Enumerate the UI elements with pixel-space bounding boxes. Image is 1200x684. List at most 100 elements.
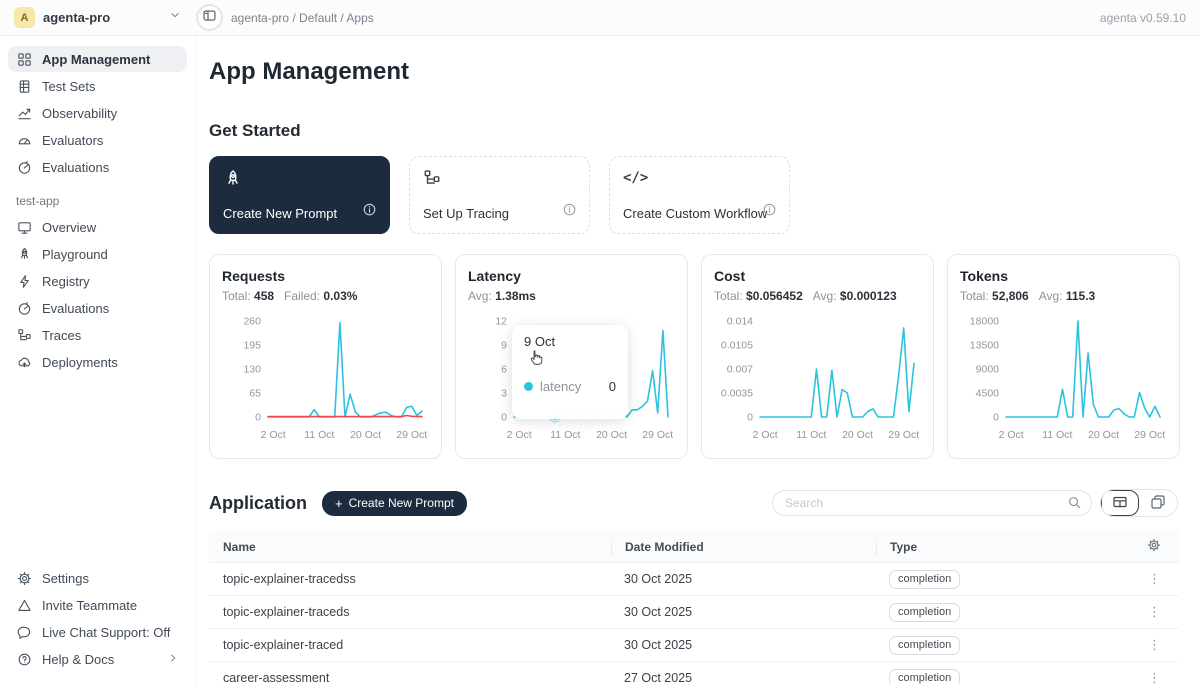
chart-title: Latency	[468, 268, 675, 284]
search-icon[interactable]	[1067, 495, 1082, 515]
cell-type: completion	[876, 636, 1093, 655]
sidebar-item-evaluators[interactable]: Evaluators	[8, 127, 187, 153]
search-input[interactable]	[772, 490, 1092, 516]
cell-name: topic-explainer-tracedss	[209, 572, 611, 586]
svg-text:4500: 4500	[976, 388, 1000, 400]
stat-label: Avg:	[813, 289, 840, 303]
table-row[interactable]: career-assessment27 Oct 2025completion⋮	[209, 661, 1179, 684]
svg-text:130: 130	[243, 364, 261, 376]
create-new-prompt-card[interactable]: Create New Prompt	[209, 156, 390, 234]
sidebar-item-playground[interactable]: Playground	[8, 241, 187, 267]
create-custom-workflow-card[interactable]: </> Create Custom Workflow	[609, 156, 790, 234]
cell-name: topic-explainer-traceds	[209, 605, 611, 619]
table-row[interactable]: topic-explainer-traceds30 Oct 2025comple…	[209, 595, 1179, 628]
sidebar-item-traces[interactable]: Traces	[8, 322, 187, 348]
svg-text:0: 0	[993, 412, 999, 424]
cell-type: completion	[876, 570, 1093, 589]
svg-text:20 Oct: 20 Oct	[842, 429, 873, 441]
table-view-button[interactable]	[1101, 490, 1139, 516]
column-name[interactable]: Name	[209, 540, 611, 554]
column-date-modified[interactable]: Date Modified	[611, 538, 876, 556]
svg-text:29 Oct: 29 Oct	[642, 429, 673, 441]
info-icon[interactable]	[562, 202, 577, 222]
tree-icon	[16, 327, 32, 343]
code-icon: </>	[623, 170, 648, 186]
sidebar-item-label: Test Sets	[42, 79, 95, 94]
row-menu-button[interactable]: ⋮	[1148, 637, 1161, 653]
sidebar-item-label: Traces	[42, 328, 81, 343]
stat-label: Avg:	[468, 289, 495, 303]
cell-type: completion	[876, 603, 1093, 622]
sidebar-item-test-sets[interactable]: Test Sets	[8, 73, 187, 99]
sidebar-item-deployments[interactable]: Deployments	[8, 349, 187, 375]
svg-text:11 Oct: 11 Oct	[796, 429, 826, 441]
requests-chart[interactable]: 0651301952602 Oct11 Oct20 Oct29 Oct	[222, 311, 431, 443]
chart-stats: Total: 458Failed: 0.03%	[222, 289, 429, 303]
sidebar-collapse-button[interactable]	[196, 4, 223, 31]
sidebar-item-label: Overview	[42, 220, 96, 235]
sidebar-item-overview[interactable]: Overview	[8, 214, 187, 240]
sidebar-item-help-docs[interactable]: Help & Docs	[8, 646, 187, 672]
svg-text:29 Oct: 29 Oct	[396, 429, 427, 441]
sidebar-item-label: Playground	[42, 247, 108, 262]
workspace-selector[interactable]: A agenta-pro	[14, 7, 182, 28]
breadcrumb[interactable]: agenta-pro / Default / Apps	[231, 11, 1100, 25]
chart-stats: Avg: 1.38ms	[468, 289, 675, 303]
stat-value: 458	[254, 289, 274, 303]
info-icon[interactable]	[362, 202, 377, 222]
card-view-button[interactable]	[1139, 490, 1177, 516]
stat-label: Total:	[960, 289, 992, 303]
sidebar-item-invite-teammate[interactable]: Invite Teammate	[8, 592, 187, 618]
tokens-chart[interactable]: 04500900013500180002 Oct11 Oct20 Oct29 O…	[960, 311, 1169, 443]
sidebar-footer: Settings Invite Teammate Live Chat Suppo…	[8, 565, 187, 672]
cell-actions: ⋮	[1093, 637, 1179, 653]
sidebar-item-observability[interactable]: Observability	[8, 100, 187, 126]
sidebar-item-live-chat[interactable]: Live Chat Support: Off	[8, 619, 187, 645]
svg-text:0: 0	[747, 412, 753, 424]
row-menu-button[interactable]: ⋮	[1148, 604, 1161, 620]
test-sets-icon	[16, 78, 32, 94]
card-label: Create Custom Workflow	[623, 206, 767, 221]
sidebar-item-registry[interactable]: Registry	[8, 268, 187, 294]
sidebar-item-label: Live Chat Support: Off	[42, 625, 170, 640]
table-row[interactable]: topic-explainer-traced30 Oct 2025complet…	[209, 628, 1179, 661]
sidebar-item-app-management[interactable]: App Management	[8, 46, 187, 72]
tracing-icon	[423, 174, 441, 191]
svg-text:3: 3	[501, 388, 507, 400]
rocket-icon	[223, 176, 243, 193]
set-up-tracing-card[interactable]: Set Up Tracing	[409, 156, 590, 234]
column-type[interactable]: Type	[876, 538, 1093, 556]
gear-icon	[1147, 538, 1161, 555]
tooltip-series-row: latency 0	[524, 379, 616, 394]
hand-cursor-icon	[528, 349, 545, 371]
metrics-charts: Requests Total: 458Failed: 0.03% 0651301…	[209, 254, 1178, 459]
cell-date-modified: 30 Oct 2025	[611, 572, 876, 586]
cell-name: topic-explainer-traced	[209, 638, 611, 652]
chat-bubble-icon	[16, 624, 32, 640]
stat-value: 52,806	[992, 289, 1029, 303]
create-new-prompt-button[interactable]: + Create New Prompt	[322, 491, 467, 516]
sidebar-item-evaluations[interactable]: Evaluations	[8, 154, 187, 180]
stat-value: $0.000123	[840, 289, 897, 303]
panel-left-icon	[202, 8, 217, 28]
card-view-icon	[1150, 494, 1166, 513]
tokens-chart-card: Tokens Total: 52,806Avg: 115.3 045009000…	[947, 254, 1180, 459]
view-toggle	[1100, 489, 1178, 517]
type-badge: completion	[889, 603, 960, 622]
sidebar-item-evaluations-app[interactable]: Evaluations	[8, 295, 187, 321]
row-menu-button[interactable]: ⋮	[1148, 571, 1161, 587]
svg-text:13500: 13500	[970, 340, 999, 352]
latency-chart-card: Latency Avg: 1.38ms 0369122 Oct11 Oct20 …	[455, 254, 688, 459]
svg-text:6: 6	[501, 364, 507, 376]
plus-icon: +	[335, 496, 343, 511]
table-row[interactable]: topic-explainer-tracedss30 Oct 2025 compl…	[209, 562, 1179, 595]
info-icon[interactable]	[762, 202, 777, 222]
table-settings[interactable]	[1093, 538, 1179, 555]
sidebar-item-settings[interactable]: Settings	[8, 565, 187, 591]
type-badge: completion	[889, 669, 960, 684]
gear-icon	[16, 570, 32, 586]
cost-chart[interactable]: 00.00350.0070.01050.0142 Oct11 Oct20 Oct…	[714, 311, 923, 443]
row-menu-button[interactable]: ⋮	[1148, 670, 1161, 684]
type-badge: completion	[889, 570, 960, 589]
requests-chart-card: Requests Total: 458Failed: 0.03% 0651301…	[209, 254, 442, 459]
